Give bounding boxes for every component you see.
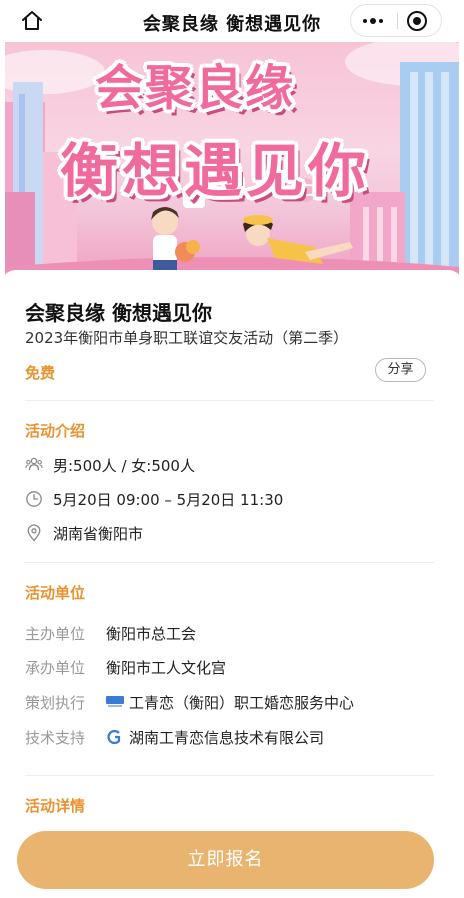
price-label: 免费 xyxy=(25,364,56,382)
people-icon xyxy=(25,457,43,471)
co-organizer-value: 衡阳市工人文化宫 xyxy=(106,659,227,677)
more-dots-icon[interactable] xyxy=(351,5,396,36)
location-row: 湖南省衡阳市 xyxy=(25,522,425,544)
planner-label: 策划执行 xyxy=(25,694,86,712)
section-heading-details: 活动详情 xyxy=(25,797,86,815)
event-card: 会聚良缘 衡想遇见你 2023年衡阳市单身职工联谊交友活动（第二季） 免费 分享… xyxy=(0,270,464,898)
miniprogram-capsule xyxy=(350,4,442,37)
banner-title-line2: 衡想遇见你 xyxy=(60,137,371,205)
tech-support-value: 湖南工青恋信息技术有限公司 xyxy=(129,729,325,747)
section-heading-organizers: 活动单位 xyxy=(25,584,86,602)
planner-value: 工青恋（衡阳）职工婚恋服务中心 xyxy=(129,694,355,712)
tech-company-logo-icon xyxy=(107,729,121,745)
time-text: 5月20日 09:00 – 5月20日 11:30 xyxy=(53,491,284,509)
target-circle-icon[interactable] xyxy=(407,11,427,31)
tech-support-label: 技术支持 xyxy=(25,729,86,747)
event-title: 会聚良缘 衡想遇见你 xyxy=(25,301,212,325)
divider xyxy=(25,562,434,563)
time-row: 5月20日 09:00 – 5月20日 11:30 xyxy=(25,488,425,510)
co-organizer-row: 承办单位 衡阳市工人文化宫 xyxy=(25,657,425,679)
planner-row: 策划执行 工青恋（衡阳）职工婚恋服务中心 xyxy=(25,692,425,714)
bottom-action-bar: 立即报名 xyxy=(0,825,464,898)
organizer-label: 主办单位 xyxy=(25,625,86,643)
organizer-row: 主办单位 衡阳市总工会 xyxy=(25,623,425,645)
top-navbar: 会聚良缘 衡想遇见你 xyxy=(0,0,464,42)
banner-title-line1: 会聚良缘 xyxy=(95,60,296,116)
section-heading-intro: 活动介绍 xyxy=(25,422,86,440)
location-text: 湖南省衡阳市 xyxy=(53,525,144,543)
event-banner: 会聚良缘 衡想遇见你 xyxy=(5,42,459,282)
location-pin-icon xyxy=(27,524,41,542)
share-button[interactable]: 分享 xyxy=(375,358,426,382)
register-button[interactable]: 立即报名 xyxy=(17,831,434,889)
participants-row: 男:500人 / 女:500人 xyxy=(25,454,425,476)
gongqinglian-logo-icon xyxy=(106,696,124,707)
divider xyxy=(25,400,434,401)
organizer-value: 衡阳市总工会 xyxy=(106,625,197,643)
capsule-divider xyxy=(397,13,398,29)
clock-icon xyxy=(26,491,42,507)
participants-text: 男:500人 / 女:500人 xyxy=(53,457,195,475)
co-organizer-label: 承办单位 xyxy=(25,659,86,677)
tech-support-row: 技术支持 湖南工青恋信息技术有限公司 xyxy=(25,727,425,749)
event-subtitle: 2023年衡阳市单身职工联谊交友活动（第二季） xyxy=(25,329,349,347)
divider xyxy=(25,775,434,776)
